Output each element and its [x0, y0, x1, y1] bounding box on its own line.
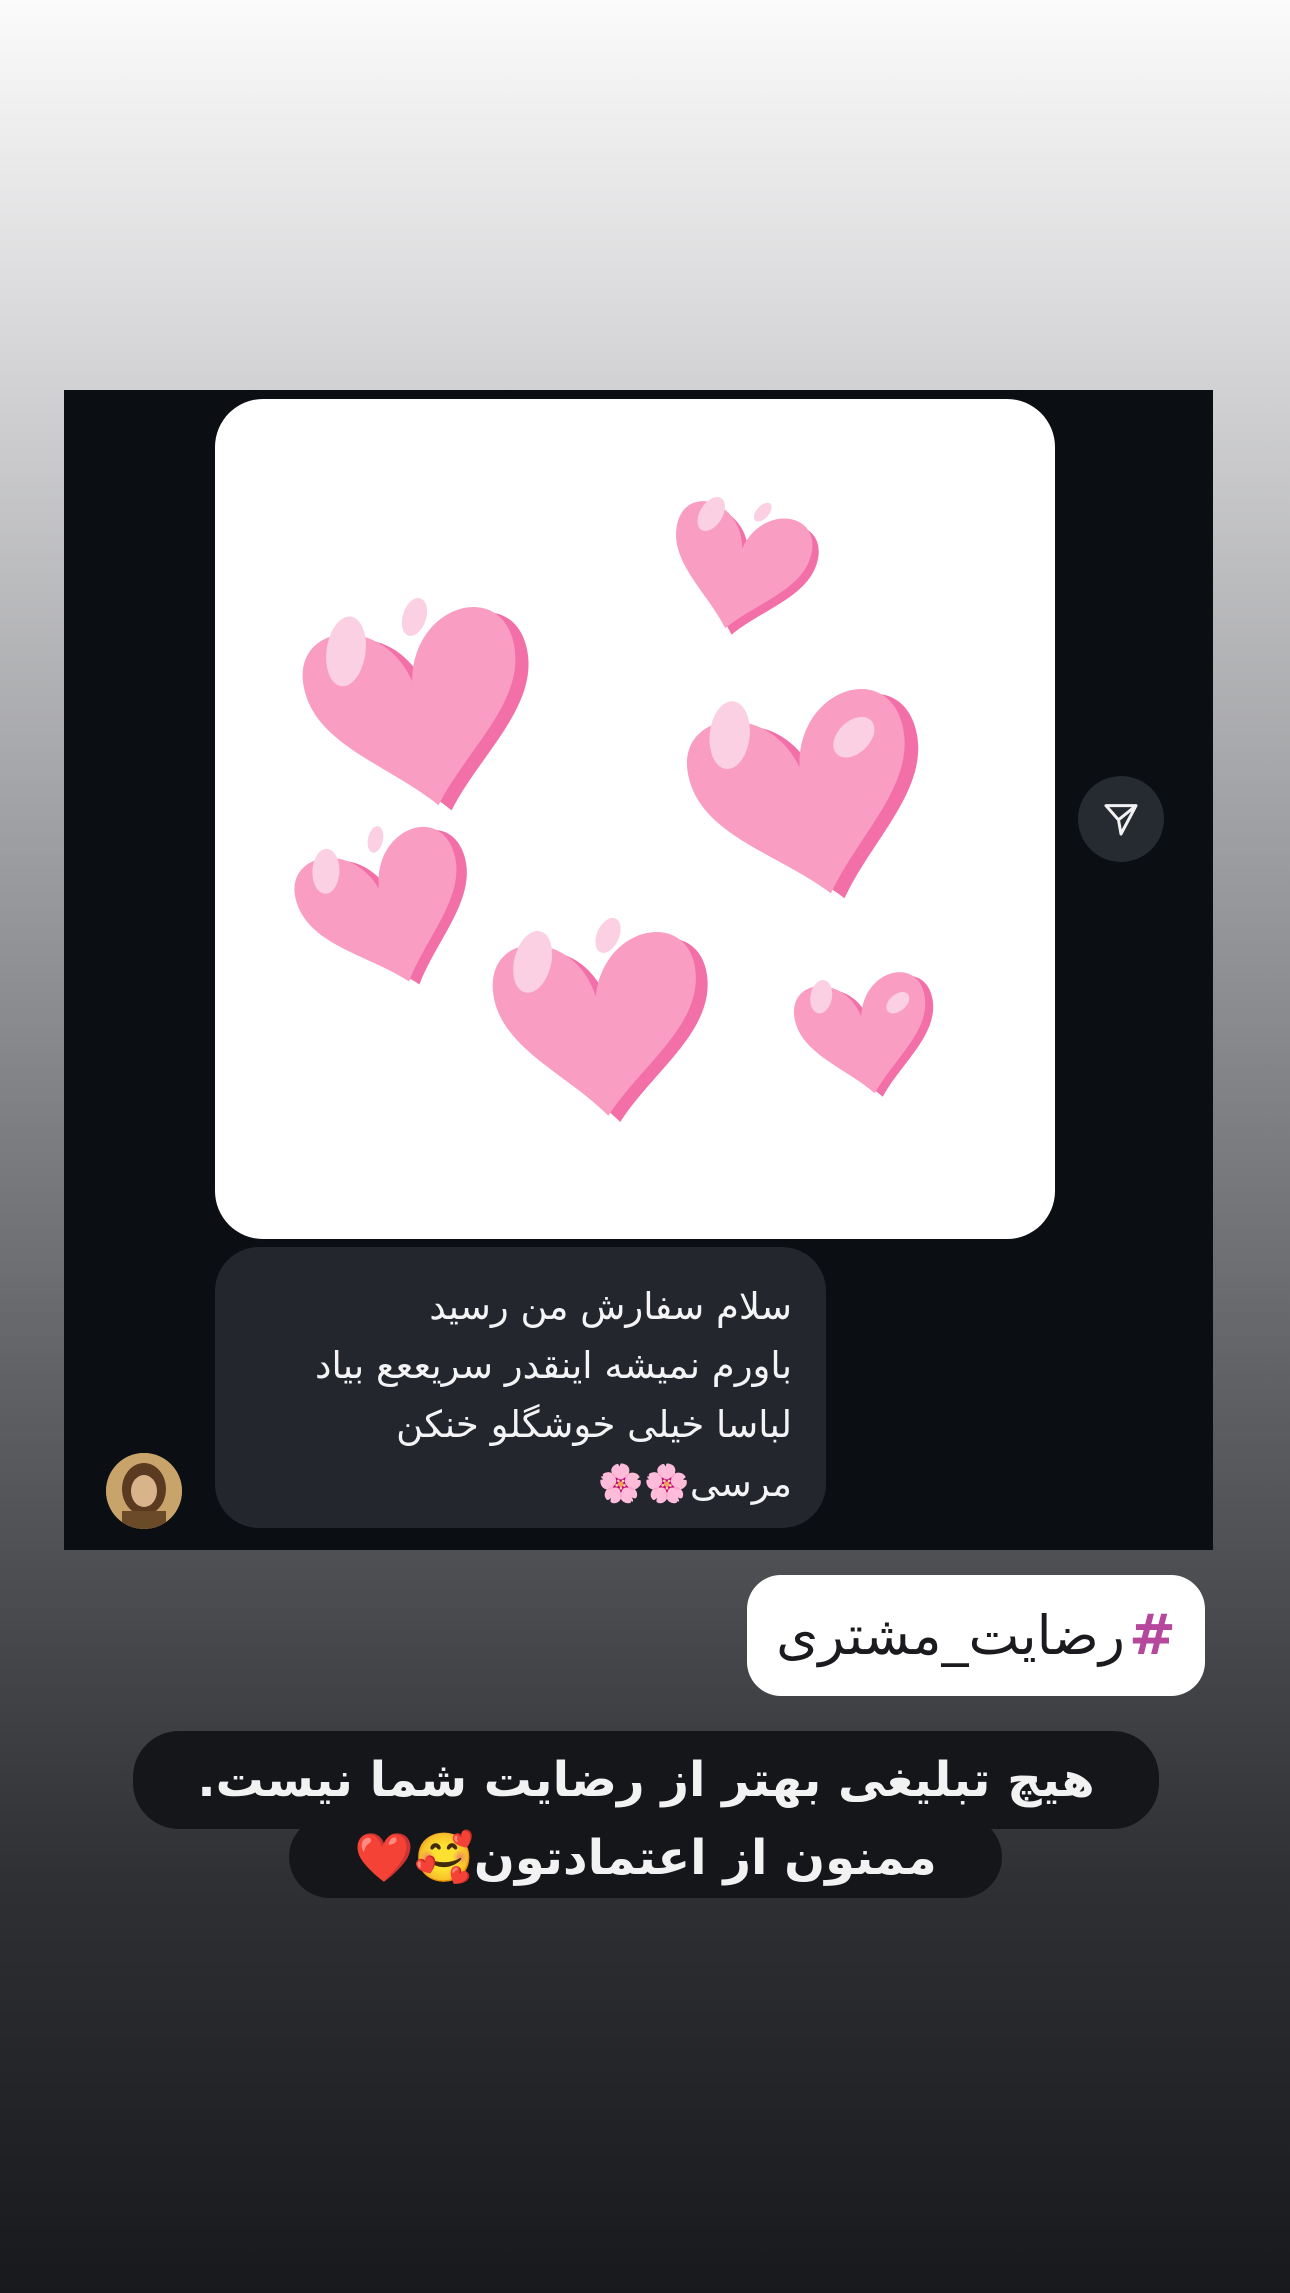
heart-icon: [488, 917, 722, 1133]
hashtag-sticker[interactable]: # رضایت_مشتری: [747, 1575, 1205, 1696]
message-line: مرسی🌸🌸: [597, 1462, 792, 1505]
send-icon: [1104, 804, 1138, 836]
hearts-image: [285, 496, 952, 1133]
heart-icon: [658, 496, 824, 649]
share-button[interactable]: [1078, 776, 1164, 862]
message-line: لباسا خیلی خوشگلو خنکن: [396, 1403, 792, 1446]
message-line: باورم نمیشه اینقدر سریععع بیاد: [314, 1344, 792, 1387]
caption-line-2: ممنون از اعتمادتون🥰❤️: [289, 1816, 1002, 1898]
heart-icon: [677, 680, 952, 925]
avatar[interactable]: [106, 1453, 182, 1529]
heart-icon: [789, 968, 948, 1109]
message-line: سلام سفارش من رسید: [429, 1285, 792, 1328]
hashtag-text: رضایت_مشتری: [776, 1604, 1125, 1667]
profile-avatar-icon: [106, 1453, 182, 1529]
hash-symbol: #: [1128, 1603, 1176, 1668]
image-message-hearts[interactable]: [215, 399, 1055, 1239]
caption-line-1: هیچ تبلیغی بهتر از رضایت شما نیست.: [133, 1731, 1159, 1829]
heart-icon: [285, 818, 498, 1010]
message-bubble[interactable]: سلام سفارش من رسید باورم نمیشه اینقدر سر…: [215, 1247, 826, 1528]
heart-icon: [294, 598, 557, 833]
